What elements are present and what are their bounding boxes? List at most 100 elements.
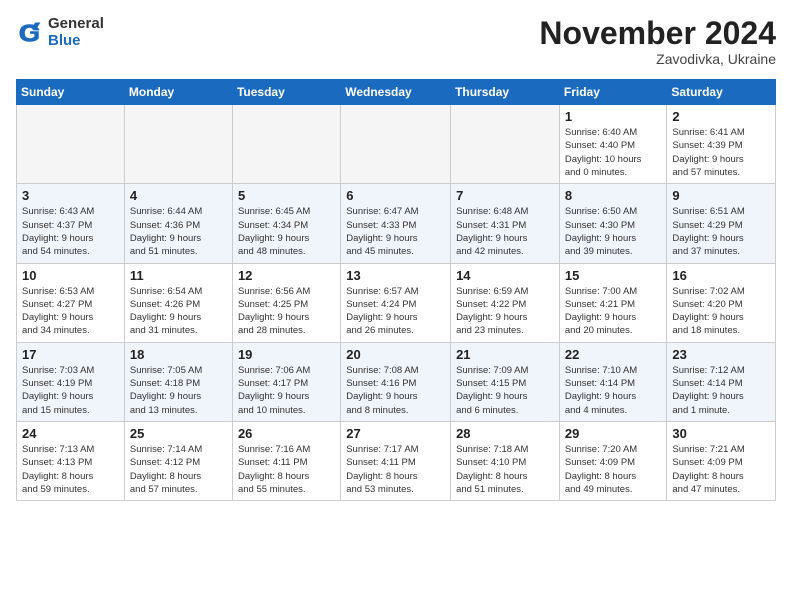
logo-text: General Blue	[48, 16, 104, 49]
day-info: Sunrise: 6:56 AM Sunset: 4:25 PM Dayligh…	[238, 285, 335, 338]
day-number: 12	[238, 268, 335, 283]
day-number: 21	[456, 347, 554, 362]
calendar-cell: 14 Sunrise: 6:59 AM Sunset: 4:22 PM Dayli…	[451, 263, 560, 342]
day-number: 20	[346, 347, 445, 362]
day-number: 10	[22, 268, 119, 283]
logo: General Blue	[16, 16, 104, 49]
day-number: 13	[346, 268, 445, 283]
calendar-cell: 7 Sunrise: 6:48 AM Sunset: 4:31 PM Daylig…	[451, 184, 560, 263]
calendar-cell	[17, 105, 125, 184]
calendar-cell: 25 Sunrise: 7:14 AM Sunset: 4:12 PM Dayli…	[124, 421, 232, 500]
day-info: Sunrise: 6:53 AM Sunset: 4:27 PM Dayligh…	[22, 285, 119, 338]
calendar-cell: 1 Sunrise: 6:40 AM Sunset: 4:40 PM Daylig…	[559, 105, 667, 184]
calendar-cell: 3Sunrise: 6:43 AM Sunset: 4:37 PM Daylig…	[17, 184, 125, 263]
calendar-cell	[451, 105, 560, 184]
calendar-cell: 13 Sunrise: 6:57 AM Sunset: 4:24 PM Dayli…	[341, 263, 451, 342]
day-info: Sunrise: 7:16 AM Sunset: 4:11 PM Dayligh…	[238, 443, 335, 496]
day-number: 11	[130, 268, 227, 283]
day-info: Sunrise: 6:57 AM Sunset: 4:24 PM Dayligh…	[346, 285, 445, 338]
calendar-cell: 28 Sunrise: 7:18 AM Sunset: 4:10 PM Dayli…	[451, 421, 560, 500]
calendar-week-row: 1 Sunrise: 6:40 AM Sunset: 4:40 PM Daylig…	[17, 105, 776, 184]
calendar-week-row: 10 Sunrise: 6:53 AM Sunset: 4:27 PM Dayli…	[17, 263, 776, 342]
day-number: 14	[456, 268, 554, 283]
day-info: Sunrise: 7:06 AM Sunset: 4:17 PM Dayligh…	[238, 364, 335, 417]
calendar-cell: 4 Sunrise: 6:44 AM Sunset: 4:36 PM Daylig…	[124, 184, 232, 263]
day-number: 4	[130, 188, 227, 203]
calendar-cell: 9Sunrise: 6:51 AM Sunset: 4:29 PM Daylig…	[667, 184, 776, 263]
calendar-cell: 21 Sunrise: 7:09 AM Sunset: 4:15 PM Dayli…	[451, 342, 560, 421]
day-number: 29	[565, 426, 662, 441]
day-info: Sunrise: 6:40 AM Sunset: 4:40 PM Dayligh…	[565, 126, 662, 179]
column-header-friday: Friday	[559, 80, 667, 105]
column-header-saturday: Saturday	[667, 80, 776, 105]
calendar-cell: 15Sunrise: 7:00 AM Sunset: 4:21 PM Dayli…	[559, 263, 667, 342]
day-info: Sunrise: 6:50 AM Sunset: 4:30 PM Dayligh…	[565, 205, 662, 258]
calendar-week-row: 3Sunrise: 6:43 AM Sunset: 4:37 PM Daylig…	[17, 184, 776, 263]
day-info: Sunrise: 7:02 AM Sunset: 4:20 PM Dayligh…	[672, 285, 770, 338]
calendar-cell: 12 Sunrise: 6:56 AM Sunset: 4:25 PM Dayli…	[232, 263, 340, 342]
calendar-cell: 5Sunrise: 6:45 AM Sunset: 4:34 PM Daylig…	[232, 184, 340, 263]
day-info: Sunrise: 7:20 AM Sunset: 4:09 PM Dayligh…	[565, 443, 662, 496]
calendar-cell	[124, 105, 232, 184]
day-number: 3	[22, 188, 119, 203]
calendar-cell: 18Sunrise: 7:05 AM Sunset: 4:18 PM Dayli…	[124, 342, 232, 421]
location-label: Zavodivka, Ukraine	[539, 51, 776, 67]
day-number: 2	[672, 109, 770, 124]
calendar-cell: 22 Sunrise: 7:10 AM Sunset: 4:14 PM Dayli…	[559, 342, 667, 421]
column-header-sunday: Sunday	[17, 80, 125, 105]
day-number: 23	[672, 347, 770, 362]
page-header: General Blue November 2024 Zavodivka, Uk…	[16, 16, 776, 67]
calendar-cell: 26 Sunrise: 7:16 AM Sunset: 4:11 PM Dayli…	[232, 421, 340, 500]
day-info: Sunrise: 7:21 AM Sunset: 4:09 PM Dayligh…	[672, 443, 770, 496]
day-number: 6	[346, 188, 445, 203]
calendar-cell: 10 Sunrise: 6:53 AM Sunset: 4:27 PM Dayli…	[17, 263, 125, 342]
day-number: 22	[565, 347, 662, 362]
column-header-monday: Monday	[124, 80, 232, 105]
day-number: 24	[22, 426, 119, 441]
calendar-week-row: 17Sunrise: 7:03 AM Sunset: 4:19 PM Dayli…	[17, 342, 776, 421]
day-number: 8	[565, 188, 662, 203]
day-number: 7	[456, 188, 554, 203]
day-number: 1	[565, 109, 662, 124]
day-info: Sunrise: 6:41 AM Sunset: 4:39 PM Dayligh…	[672, 126, 770, 179]
month-title: November 2024	[539, 16, 776, 51]
day-info: Sunrise: 6:44 AM Sunset: 4:36 PM Dayligh…	[130, 205, 227, 258]
day-info: Sunrise: 7:17 AM Sunset: 4:11 PM Dayligh…	[346, 443, 445, 496]
calendar-header-row: SundayMondayTuesdayWednesdayThursdayFrid…	[17, 80, 776, 105]
calendar-cell: 24 Sunrise: 7:13 AM Sunset: 4:13 PM Dayli…	[17, 421, 125, 500]
calendar-week-row: 24 Sunrise: 7:13 AM Sunset: 4:13 PM Dayli…	[17, 421, 776, 500]
column-header-thursday: Thursday	[451, 80, 560, 105]
day-number: 17	[22, 347, 119, 362]
day-number: 5	[238, 188, 335, 203]
day-number: 18	[130, 347, 227, 362]
day-info: Sunrise: 7:18 AM Sunset: 4:10 PM Dayligh…	[456, 443, 554, 496]
day-info: Sunrise: 6:48 AM Sunset: 4:31 PM Dayligh…	[456, 205, 554, 258]
logo-icon	[16, 19, 44, 47]
column-header-wednesday: Wednesday	[341, 80, 451, 105]
day-number: 30	[672, 426, 770, 441]
day-number: 27	[346, 426, 445, 441]
day-info: Sunrise: 7:09 AM Sunset: 4:15 PM Dayligh…	[456, 364, 554, 417]
day-info: Sunrise: 7:13 AM Sunset: 4:13 PM Dayligh…	[22, 443, 119, 496]
day-info: Sunrise: 7:10 AM Sunset: 4:14 PM Dayligh…	[565, 364, 662, 417]
calendar-cell	[341, 105, 451, 184]
calendar-cell: 19 Sunrise: 7:06 AM Sunset: 4:17 PM Dayli…	[232, 342, 340, 421]
day-info: Sunrise: 7:14 AM Sunset: 4:12 PM Dayligh…	[130, 443, 227, 496]
day-info: Sunrise: 7:08 AM Sunset: 4:16 PM Dayligh…	[346, 364, 445, 417]
calendar-cell	[232, 105, 340, 184]
calendar-cell: 23 Sunrise: 7:12 AM Sunset: 4:14 PM Dayli…	[667, 342, 776, 421]
calendar-cell: 29 Sunrise: 7:20 AM Sunset: 4:09 PM Dayli…	[559, 421, 667, 500]
logo-blue-text: Blue	[48, 33, 104, 50]
day-number: 16	[672, 268, 770, 283]
day-number: 19	[238, 347, 335, 362]
day-info: Sunrise: 6:59 AM Sunset: 4:22 PM Dayligh…	[456, 285, 554, 338]
calendar-cell: 2 Sunrise: 6:41 AM Sunset: 4:39 PM Daylig…	[667, 105, 776, 184]
day-number: 28	[456, 426, 554, 441]
day-info: Sunrise: 6:47 AM Sunset: 4:33 PM Dayligh…	[346, 205, 445, 258]
column-header-tuesday: Tuesday	[232, 80, 340, 105]
day-number: 26	[238, 426, 335, 441]
calendar-cell: 6 Sunrise: 6:47 AM Sunset: 4:33 PM Daylig…	[341, 184, 451, 263]
calendar-cell: 17Sunrise: 7:03 AM Sunset: 4:19 PM Dayli…	[17, 342, 125, 421]
day-info: Sunrise: 7:12 AM Sunset: 4:14 PM Dayligh…	[672, 364, 770, 417]
day-number: 25	[130, 426, 227, 441]
